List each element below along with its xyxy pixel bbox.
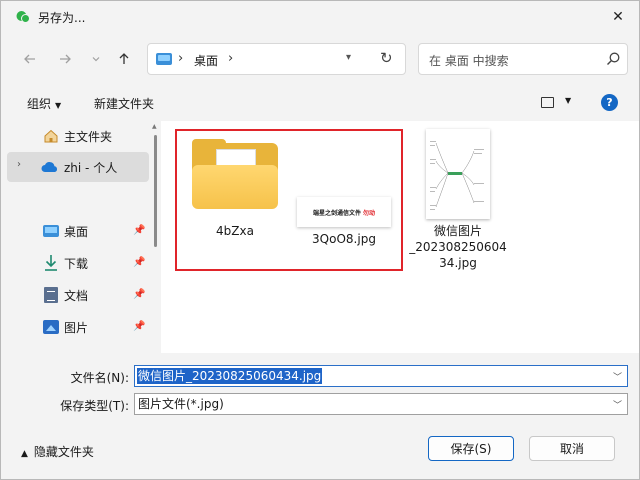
cancel-button[interactable]: 取消 [529,436,615,461]
pin-icon[interactable]: 📌 [133,257,145,268]
file-name-line: 微信图片 [433,224,482,238]
title-bar: 另存为... ✕ [1,1,639,33]
save-form: 文件名(N): 微信图片_20230825060434.jpg ﹀ 保存类型(T… [1,353,639,425]
chevron-right-icon: › [178,51,184,66]
chevron-down-icon [92,57,100,62]
file-name: 3QoO8.jpg [312,232,376,246]
scrollbar-thumb[interactable] [154,135,157,247]
address-bar[interactable]: › 桌面 › ▾ ↻ [147,43,406,75]
search-input[interactable]: 在 桌面 中搜索 [429,52,509,69]
window-title: 另存为... [38,11,86,25]
chevron-right-icon[interactable]: › [228,51,233,66]
search-box[interactable]: 在 桌面 中搜索 [418,43,628,75]
hide-folders-label: 隐藏文件夹 [33,445,94,459]
sidebar-item-pictures[interactable]: 图片 📌 [1,312,151,342]
organize-button[interactable]: 组织 ▼ [27,95,61,112]
folder-icon [192,139,278,211]
file-list[interactable]: 4bZxa 端星之剑通信文件 勿动 3QoO8.jpg 微信图片 _202308… [161,121,639,353]
sidebar-item-label: 下载 [64,257,89,271]
close-button[interactable]: ✕ [597,1,639,33]
file-item-image[interactable]: 微信图片 _202308250604 34.jpg [409,129,507,271]
pin-icon[interactable]: 📌 [133,225,145,236]
save-as-dialog: 另存为... ✕ › 桌面 › ▾ ↻ 在 桌面 中搜索 组织 ▼ 新建文件夹 … [0,0,640,480]
thumbnail-text: 端星之剑通信文件 [312,209,361,217]
forward-button[interactable] [53,47,77,71]
chevron-right-icon[interactable]: › [17,159,21,170]
sidebar-item-downloads[interactable]: 下载 📌 [1,248,151,278]
view-options-caret-icon[interactable]: ▼ [565,96,571,105]
arrow-up-icon [119,53,129,64]
up-button[interactable] [112,47,136,71]
sidebar-item-label: 文档 [64,289,89,303]
pin-icon[interactable]: 📌 [133,289,145,300]
recent-locations-button[interactable] [84,47,108,71]
file-name: 4bZxa [216,224,254,238]
arrow-left-icon [24,54,35,64]
sidebar-scrollbar[interactable]: ▲ [152,123,158,283]
home-icon [44,129,58,143]
sidebar-item-label: 桌面 [64,225,89,239]
sidebar-item-home[interactable]: 主文件夹 [1,121,151,151]
pin-icon[interactable]: 📌 [133,321,145,332]
file-name-line: 34.jpg [439,256,477,270]
chevron-up-icon: ▲ [21,449,28,459]
view-layout-icon[interactable] [541,97,554,108]
back-button[interactable] [18,47,42,71]
chevron-down-icon[interactable]: ﹀ [613,370,622,383]
arrow-right-icon [60,54,71,64]
desktop-icon [43,225,59,237]
document-icon [44,287,58,303]
onedrive-cloud-icon [41,162,58,172]
save-button[interactable]: 保存(S) [428,436,514,461]
scroll-up-icon[interactable]: ▲ [152,123,157,130]
image-thumbnail [426,129,490,219]
navigation-bar: › 桌面 › ▾ ↻ 在 桌面 中搜索 [1,37,639,81]
caret-down-icon: ▼ [55,101,62,110]
desktop-icon [156,53,172,65]
chevron-down-icon[interactable]: ﹀ [613,398,622,411]
file-item-folder[interactable]: 4bZxa [192,139,278,239]
filetype-select[interactable]: 图片文件(*.jpg) ﹀ [134,393,628,415]
sidebar-item-onedrive[interactable]: › zhi - 个人 [7,152,149,182]
navigation-pane: 主文件夹 › zhi - 个人 桌面 📌 下载 📌 文档 📌 图片 📌 ▲ [1,121,159,353]
file-name: 微信图片 _202308250604 34.jpg [409,223,507,271]
sidebar-item-label: 图片 [64,321,89,335]
image-thumbnail: 端星之剑通信文件 勿动 [297,197,391,227]
filename-field[interactable]: 微信图片_20230825060434.jpg ﹀ [134,365,628,387]
mindmap-thumbnail-graphic [430,141,484,210]
picture-icon [43,320,59,334]
download-icon [45,255,57,271]
hide-folders-toggle[interactable]: ▲ 隐藏文件夹 [21,443,94,460]
organize-label: 组织 [27,97,52,111]
file-name-line: _202308250604 [409,240,507,254]
new-folder-button[interactable]: 新建文件夹 [94,95,154,112]
file-item-image[interactable]: 端星之剑通信文件 勿动 3QoO8.jpg [294,197,394,247]
help-icon[interactable]: ? [601,94,618,111]
filename-label: 文件名(N): [70,371,129,385]
refresh-icon[interactable]: ↻ [380,49,393,67]
address-history-icon[interactable]: ▾ [346,52,351,63]
close-icon: ✕ [612,9,624,25]
filetype-value: 图片文件(*.jpg) [138,397,224,411]
thumbnail-red-text: 勿动 [363,209,376,217]
sidebar-item-desktop[interactable]: 桌面 📌 [1,216,151,246]
filename-value: 微信图片_20230825060434.jpg [137,368,323,384]
filetype-label: 保存类型(T): [60,399,129,413]
sidebar-item-documents[interactable]: 文档 📌 [1,280,151,310]
command-bar: 组织 ▼ 新建文件夹 ▼ ? [1,87,639,119]
search-icon [607,52,620,65]
app-icon [16,11,30,23]
sidebar-item-label: 主文件夹 [64,130,113,144]
dialog-footer: ▲ 隐藏文件夹 保存(S) 取消 [1,425,639,480]
sidebar-item-label: zhi - 个人 [64,161,118,175]
address-segment-desktop[interactable]: 桌面 [194,52,218,69]
